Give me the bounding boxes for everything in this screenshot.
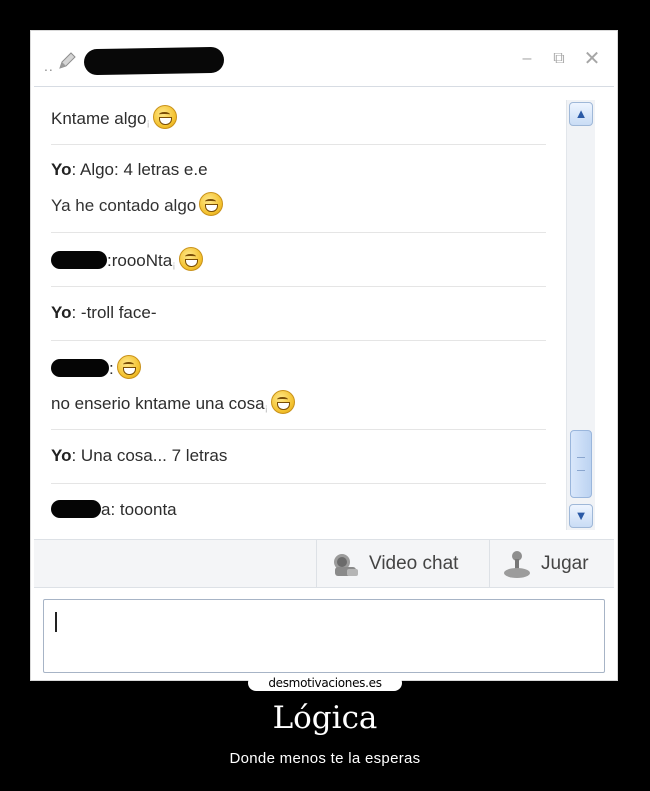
- message-text: no enserio kntame una cosa: [51, 394, 265, 413]
- text-caret: [55, 612, 57, 632]
- message-separator: [51, 232, 546, 233]
- message-separator: [51, 144, 546, 145]
- emoticon-icon: [199, 192, 224, 216]
- video-chat-label: Video chat: [369, 552, 459, 574]
- game-controller-icon: [504, 550, 530, 578]
- scrollbar[interactable]: ▲ ▼: [566, 100, 595, 530]
- poster-title: Lógica: [272, 700, 378, 736]
- message-separator: [51, 340, 546, 341]
- message: Yo: -troll face-: [51, 301, 546, 325]
- message-input[interactable]: [43, 599, 605, 673]
- sender-name: Yo: [51, 160, 72, 179]
- sender-name: Yo: [51, 446, 72, 465]
- redacted-contact-name: [83, 46, 225, 76]
- message: a: tooonta: [51, 498, 546, 522]
- message-separator: [51, 429, 546, 430]
- message: no enserio kntame una cosa¡: [51, 390, 546, 421]
- message: :roooNta¡: [51, 247, 546, 278]
- emoticon-icon: [116, 355, 141, 379]
- message-list: Kntame algo¡ Yo: Algo: 4 letras e.e Ya h…: [34, 87, 564, 539]
- title-dots: ..: [44, 58, 54, 74]
- message-text: :roooNta: [107, 251, 173, 270]
- message: Yo: Una cosa... 7 letras: [51, 444, 546, 468]
- pencil-icon[interactable]: [56, 50, 78, 72]
- message: Yo: Algo: 4 letras e.e: [51, 158, 546, 182]
- redacted-sender: [51, 359, 109, 377]
- play-label: Jugar: [541, 552, 589, 574]
- message-text: a: tooonta: [101, 500, 177, 519]
- message-mark: ¡: [264, 403, 268, 414]
- message-text: : Algo: 4 letras e.e: [71, 160, 208, 179]
- poster-frame: .. – ⧉ ✕ Kntame algo¡ Yo: Algo: 4 letras…: [30, 30, 618, 681]
- emoticon-icon: [152, 105, 177, 129]
- video-chat-button[interactable]: Video chat: [329, 540, 458, 587]
- play-button[interactable]: Jugar: [501, 540, 589, 587]
- toolbar-divider: [489, 540, 490, 587]
- message: Ya he contado algo: [51, 192, 546, 218]
- minimize-button[interactable]: –: [517, 49, 537, 69]
- toolbar-divider: [316, 540, 317, 587]
- redacted-sender: [51, 500, 101, 518]
- sender-name: Yo: [51, 303, 72, 322]
- message-text: Kntame algo: [51, 109, 147, 128]
- message-text: : Una cosa... 7 letras: [71, 446, 228, 465]
- title-bar: .. – ⧉ ✕: [34, 34, 614, 87]
- grip-icon: [577, 457, 585, 471]
- emoticon-icon: [270, 390, 295, 414]
- message-sep: :: [109, 359, 114, 378]
- chat-window: .. – ⧉ ✕ Kntame algo¡ Yo: Algo: 4 letras…: [34, 34, 614, 677]
- message: Kntame algo¡: [51, 105, 546, 136]
- poster-subtitle: Donde menos te la esperas: [229, 750, 421, 767]
- message: :: [51, 355, 546, 381]
- scroll-down-icon[interactable]: ▼: [569, 504, 593, 528]
- message-separator: [51, 286, 546, 287]
- scroll-up-icon[interactable]: ▲: [569, 102, 593, 126]
- video-chat-icon: [334, 553, 358, 576]
- message-text: : -troll face-: [71, 303, 157, 322]
- scrollbar-thumb[interactable]: [570, 430, 592, 498]
- redacted-sender: [51, 251, 107, 269]
- message-mark: ¡: [172, 260, 176, 271]
- message-mark: ¡: [146, 118, 150, 129]
- emoticon-icon: [178, 247, 203, 271]
- close-button[interactable]: ✕: [582, 49, 602, 69]
- message-separator: [51, 483, 546, 484]
- site-badge: desmotivaciones.es: [248, 675, 402, 691]
- restore-button[interactable]: ⧉: [549, 49, 569, 69]
- message-text: Ya he contado algo: [51, 196, 197, 215]
- chat-toolbar: Video chat Jugar: [34, 539, 614, 588]
